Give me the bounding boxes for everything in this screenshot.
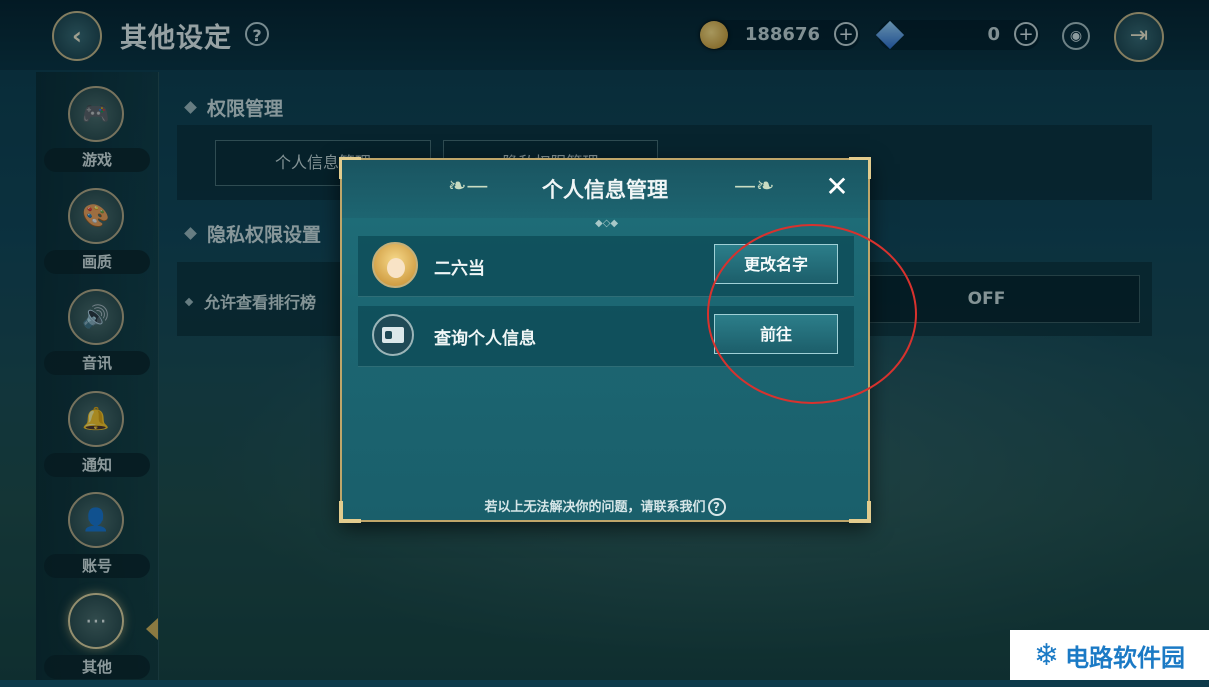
snowflake-logo-icon: ❄ (1033, 637, 1060, 673)
watermark: ❄ 电路软件园 (1010, 630, 1209, 680)
query-info-label: 查询个人信息 (434, 329, 536, 349)
help-icon[interactable]: ? (707, 498, 726, 516)
modal-title: 个人信息管理 (542, 178, 668, 202)
id-card-icon (372, 314, 414, 356)
close-button[interactable]: ✕ (820, 170, 854, 204)
divider-ornament: ◆◇◆ (595, 218, 619, 229)
avatar-face (387, 258, 405, 278)
modal-header: ❧— 个人信息管理 —❧ ✕ (342, 160, 868, 218)
id-card-shape (382, 327, 404, 343)
help-footer-text: 若以上无法解决你的问题，请联系我们 (484, 500, 706, 515)
leaf-ornament-icon: —❧ (734, 174, 775, 199)
watermark-text: 电路软件园 (1065, 643, 1186, 672)
player-name: 二六当 (434, 259, 485, 279)
annotation-circle (707, 224, 917, 404)
help-footer: 若以上无法解决你的问题，请联系我们? (342, 496, 868, 516)
avatar (372, 242, 418, 288)
